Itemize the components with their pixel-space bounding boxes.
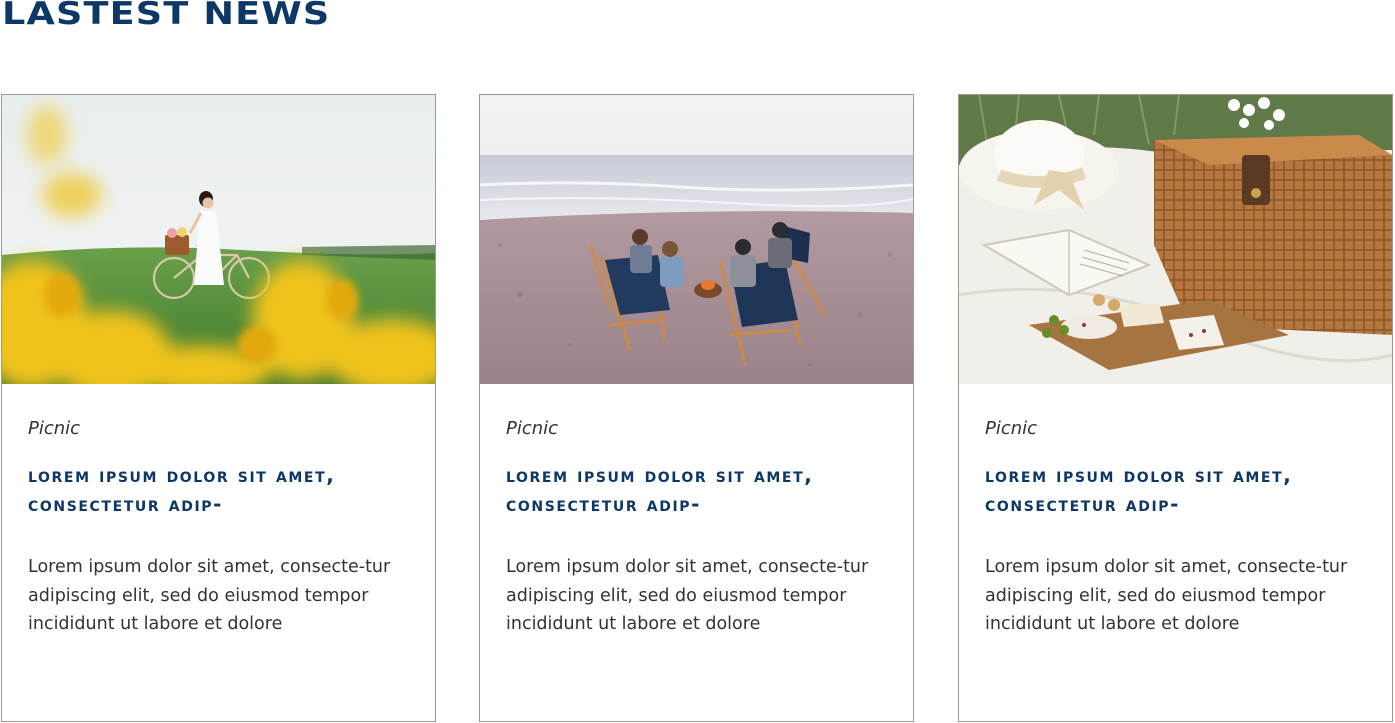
card-image-field-bicycle[interactable]	[2, 95, 435, 384]
card-category[interactable]: Picnic	[506, 418, 558, 439]
card-title[interactable]: Lorem ipsum dolor sit amet, consectetur …	[506, 461, 886, 519]
card-image-picnic-basket[interactable]	[959, 95, 1392, 384]
card-excerpt: Lorem ipsum dolor sit amet, consecte-tur…	[506, 557, 869, 634]
news-card[interactable]: Picnic Lorem ipsum dolor sit amet, conse…	[1, 94, 436, 722]
news-card[interactable]: Picnic Lorem ipsum dolor sit amet, conse…	[958, 94, 1393, 722]
card-category[interactable]: Picnic	[985, 418, 1037, 439]
news-cards: Picnic Lorem ipsum dolor sit amet, conse…	[0, 0, 1395, 723]
card-excerpt: Lorem ipsum dolor sit amet, consecte-tur…	[28, 557, 391, 634]
card-image-beach-friends[interactable]	[480, 95, 913, 384]
card-category[interactable]: Picnic	[28, 418, 80, 439]
news-card[interactable]: Picnic Lorem ipsum dolor sit amet, conse…	[479, 94, 914, 722]
card-title[interactable]: Lorem ipsum dolor sit amet, consectetur …	[985, 461, 1365, 519]
card-title[interactable]: Lorem ipsum dolor sit amet, consectetur …	[28, 461, 408, 519]
card-excerpt: Lorem ipsum dolor sit amet, consecte-tur…	[985, 557, 1348, 634]
